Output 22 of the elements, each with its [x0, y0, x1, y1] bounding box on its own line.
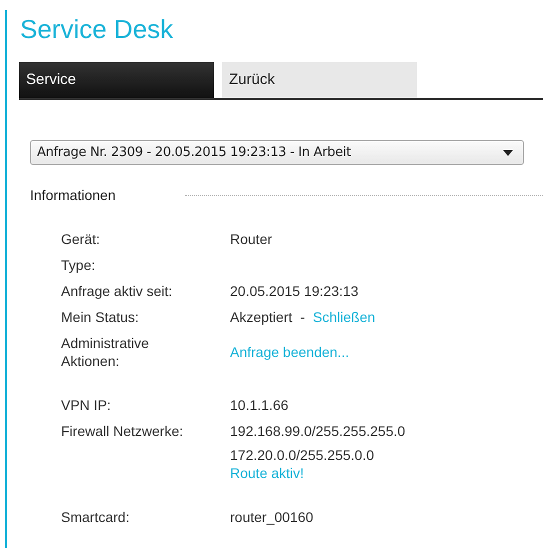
- field-value: Router: [230, 230, 272, 248]
- tab[interactable]: Service: [19, 62, 214, 98]
- field-label: Mein Status:: [61, 308, 140, 326]
- section-heading: Informationen: [30, 186, 117, 205]
- field-value: Akzeptiert: [230, 308, 292, 326]
- field-label: Administrative Aktionen:: [61, 334, 150, 370]
- field-value: 172.20.0.0/255.255.0.0: [230, 446, 374, 464]
- field-value: router_00160: [230, 508, 314, 526]
- tab[interactable]: Zurück: [222, 62, 417, 98]
- field-label: Anfrage aktiv seit:: [61, 282, 174, 300]
- field-label: Firewall Netzwerke:: [61, 422, 184, 441]
- field-label: Smartcard:: [61, 508, 130, 526]
- request-dropdown[interactable]: Anfrage Nr. 2309 - 20.05.2015 19:23:13 - In Arbeit: [30, 140, 524, 165]
- field-label: VPN IP:: [61, 396, 112, 414]
- field-label: Type:: [61, 256, 96, 274]
- page-title: Service Desk: [20, 13, 174, 46]
- dropdown-caret-icon: [503, 150, 513, 156]
- field-label: Gerät:: [61, 230, 101, 248]
- field-value: 192.168.99.0/255.255.255.0: [230, 422, 406, 440]
- field-value: 10.1.1.66: [230, 396, 288, 414]
- field-value: 20.05.2015 19:23:13: [230, 282, 358, 300]
- field-value: -: [300, 308, 305, 326]
